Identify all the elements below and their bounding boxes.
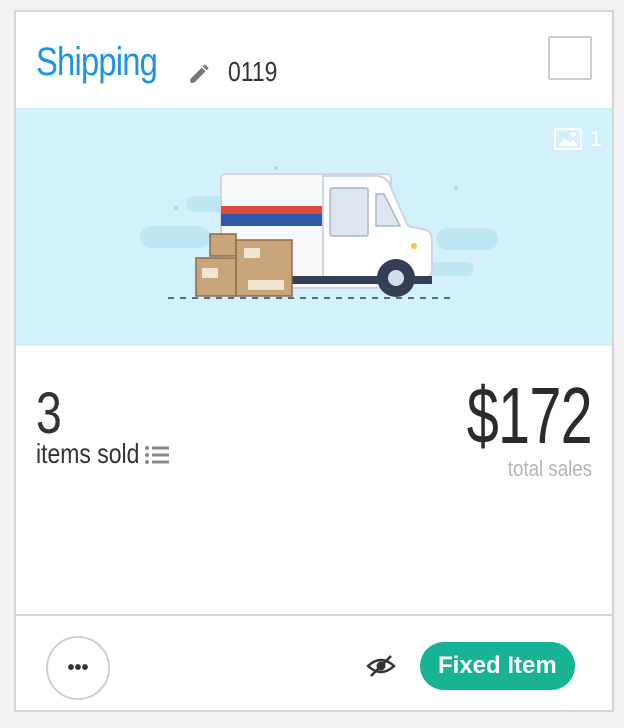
total-sales-label: total sales <box>507 456 592 481</box>
sales-stats: 3 items sold $172 total sales <box>16 346 612 614</box>
fixed-item-badge[interactable]: Fixed Item <box>420 642 575 690</box>
card-footer: ••• Fixed Item <box>16 614 612 712</box>
truck-illustration <box>140 166 498 299</box>
product-title[interactable]: Shipping <box>36 40 158 85</box>
card-header: Shipping 0119 <box>16 12 612 108</box>
items-sold-value: 3 <box>36 381 62 446</box>
product-image[interactable]: 1 <box>16 108 612 346</box>
product-card: Shipping 0119 1 3 items sold $172 total … <box>14 10 614 712</box>
more-options-button[interactable]: ••• <box>46 636 110 700</box>
edit-icon[interactable] <box>186 60 212 86</box>
hide-icon[interactable] <box>366 654 396 678</box>
more-icon: ••• <box>67 656 89 679</box>
product-code: 0119 <box>228 56 278 87</box>
list-icon[interactable] <box>144 444 170 466</box>
items-sold-label: items sold <box>36 438 140 469</box>
select-checkbox[interactable] <box>548 36 592 80</box>
total-sales-value: $172 <box>466 371 593 460</box>
